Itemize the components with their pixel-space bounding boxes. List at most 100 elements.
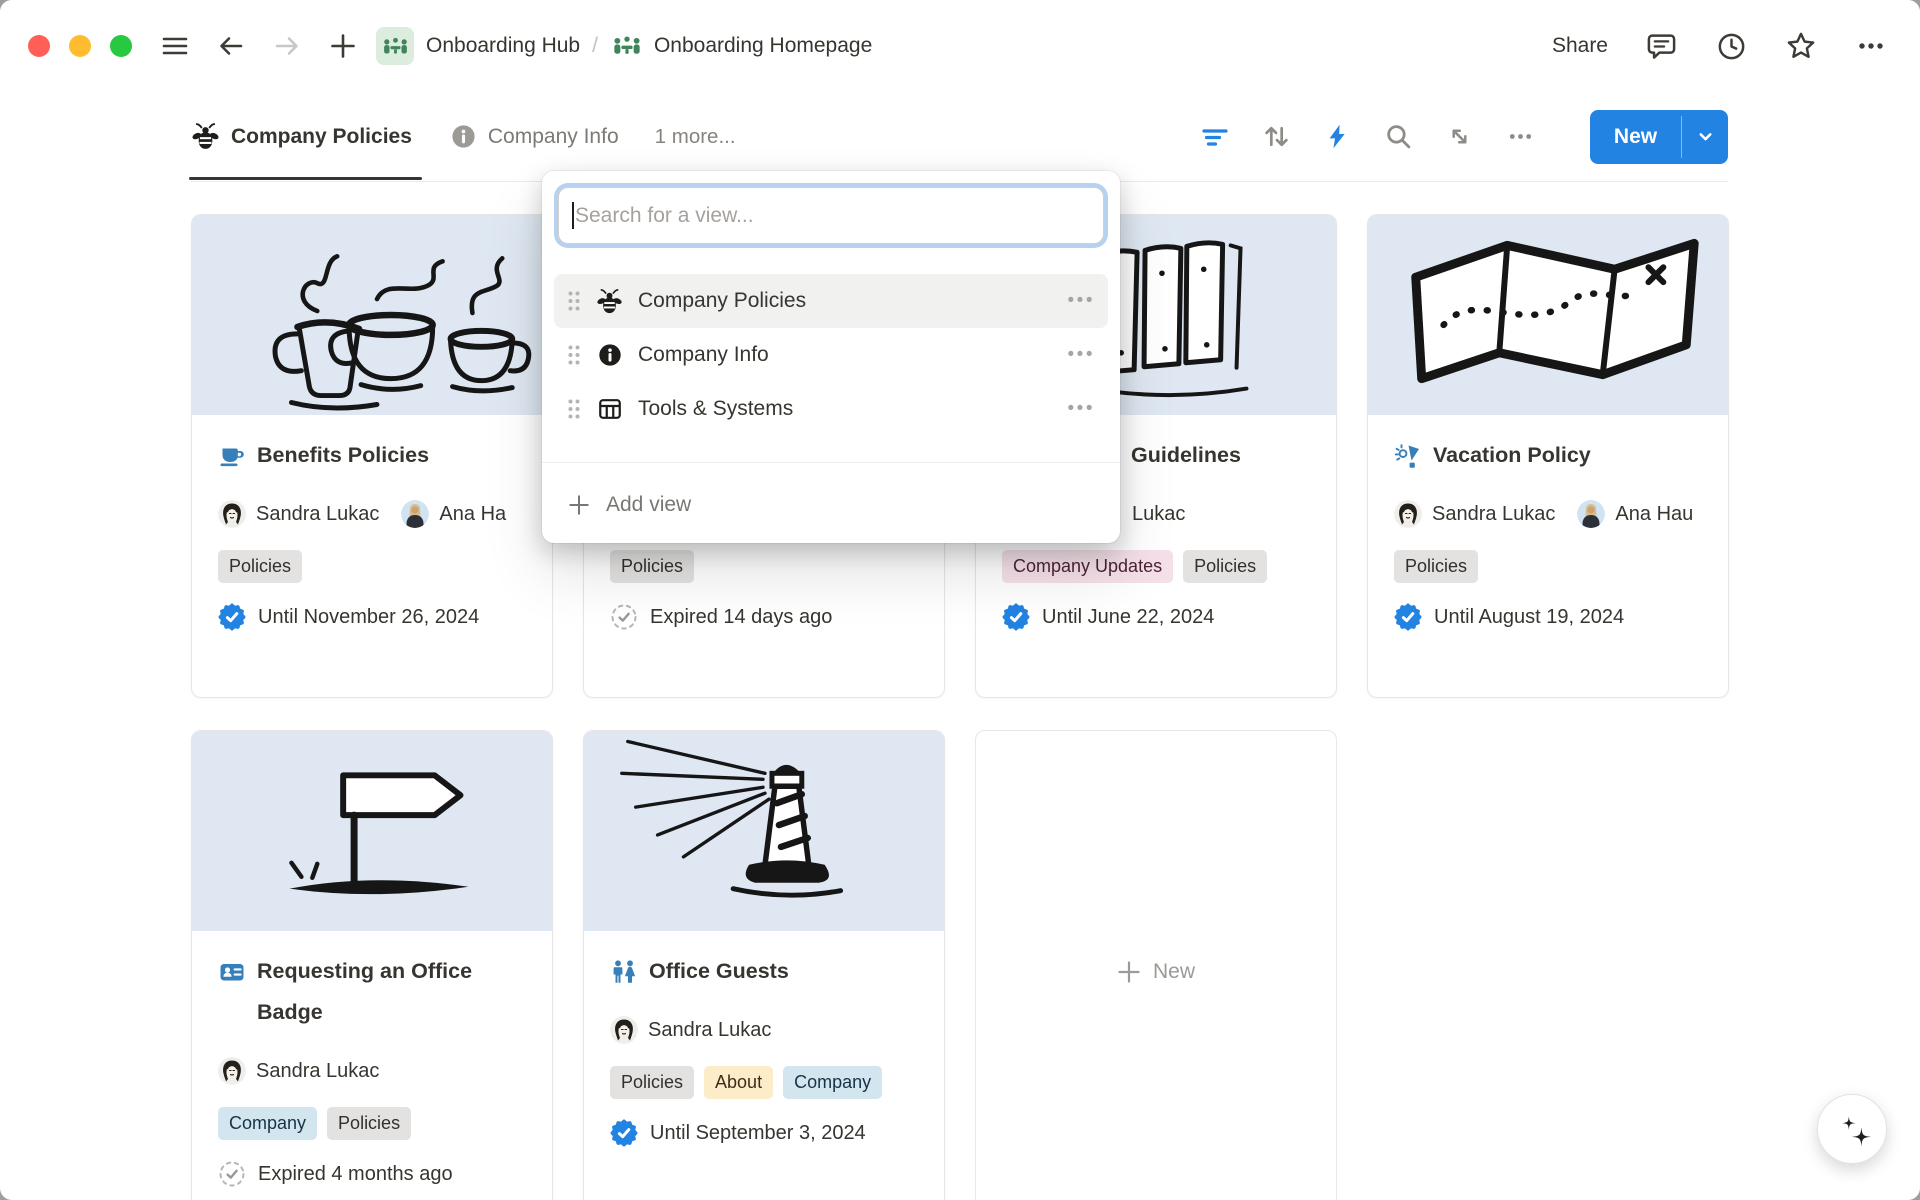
plus-icon [568, 494, 590, 516]
new-page-button[interactable] [326, 29, 360, 63]
new-card-label: New [1153, 960, 1195, 984]
card-office-guests[interactable]: Office Guests Sandra Lukac Policies Abou… [583, 730, 945, 1200]
tab-company-info[interactable]: Company Info [450, 123, 619, 150]
view-search [558, 187, 1104, 244]
ellipsis-icon [1856, 31, 1886, 61]
card-title-visible-fragment: Guidelines [1131, 435, 1241, 476]
view-item-company-policies[interactable]: Company Policies ••• [554, 274, 1108, 328]
card-tags: Policies [218, 550, 526, 583]
ai-assistant-button[interactable] [1817, 1094, 1887, 1164]
view-item-label: Tools & Systems [638, 397, 793, 421]
owner-name: Sandra Lukac [256, 1060, 379, 1083]
sidebar-menu-button[interactable] [158, 29, 192, 63]
clock-icon [1716, 31, 1747, 62]
new-card-button[interactable]: New [975, 730, 1337, 1200]
avatar-sandra [610, 1016, 638, 1044]
card-vacation-policy[interactable]: Vacation Policy Sandra Lukac Ana Hau Pol… [1367, 214, 1729, 698]
card-status: Until June 22, 2024 [1002, 603, 1310, 631]
hamburger-icon [161, 32, 189, 60]
tag: About [704, 1066, 773, 1099]
verified-badge-icon [1002, 603, 1030, 631]
verified-badge-icon [610, 1119, 638, 1147]
owner-name: Ana Hau [1615, 503, 1693, 526]
id-badge-icon [218, 951, 246, 992]
card-office-badge[interactable]: Requesting an Office Badge Sandra Lukac … [191, 730, 553, 1200]
drag-handle-icon[interactable] [567, 344, 581, 366]
minimize-window-button[interactable] [69, 35, 91, 57]
titlebar: Onboarding Hub / Onboarding Homepage Sha… [0, 0, 1920, 92]
owner-name: Ana Ha [439, 503, 506, 526]
card-status: Expired 4 months ago [218, 1160, 526, 1188]
mugs-illustration [192, 215, 552, 415]
share-button[interactable]: Share [1552, 34, 1608, 58]
breadcrumb-page-link[interactable]: Onboarding Homepage [654, 34, 872, 58]
sort-button[interactable] [1261, 122, 1291, 152]
more-options-button[interactable] [1854, 29, 1888, 63]
lighthouse-illustration [584, 731, 944, 931]
card-title: Office Guests [649, 951, 789, 992]
card-title: Vacation Policy [1433, 435, 1591, 476]
meeting-people-icon [612, 31, 642, 61]
window-controls [28, 35, 132, 57]
tag: Policies [218, 550, 302, 583]
breadcrumb-hub-link[interactable]: Onboarding Hub [426, 34, 580, 58]
new-record-dropdown-button[interactable] [1682, 110, 1728, 164]
drag-handle-icon[interactable] [567, 398, 581, 420]
zoom-window-button[interactable] [110, 35, 132, 57]
verified-badge-icon [218, 603, 246, 631]
view-item-options-button[interactable]: ••• [1068, 398, 1095, 420]
filter-button[interactable] [1200, 122, 1230, 152]
back-button[interactable] [214, 29, 248, 63]
card-tags: Policies About Company [610, 1066, 918, 1099]
view-item-options-button[interactable]: ••• [1068, 344, 1095, 366]
homepage-page-icon [610, 29, 644, 63]
view-search-input[interactable] [558, 187, 1104, 244]
forward-button[interactable] [270, 29, 304, 63]
hub-page-icon[interactable] [376, 27, 414, 65]
comments-button[interactable] [1644, 29, 1678, 63]
more-views-button[interactable]: 1 more... [655, 125, 736, 149]
owner-name-visible-fragment: Lukac [1132, 503, 1185, 526]
tab-company-policies[interactable]: Company Policies [191, 122, 412, 151]
sparkles-icon [1830, 1107, 1874, 1151]
bee-icon [191, 122, 220, 151]
tag: Policies [1394, 550, 1478, 583]
view-options-button[interactable] [1505, 122, 1535, 152]
view-list: Company Policies ••• Company Info ••• To… [554, 274, 1108, 436]
tab-label: Company Policies [231, 125, 412, 149]
tag: Policies [610, 1066, 694, 1099]
status-label: Until September 3, 2024 [650, 1122, 866, 1145]
card-status: Until November 26, 2024 [218, 603, 526, 631]
back-arrow-icon [216, 31, 246, 61]
updates-history-button[interactable] [1714, 29, 1748, 63]
expired-check-icon [610, 603, 638, 631]
signpost-illustration [192, 731, 552, 931]
drag-handle-icon[interactable] [567, 290, 581, 312]
automations-button[interactable] [1322, 122, 1352, 152]
view-item-options-button[interactable]: ••• [1068, 290, 1095, 312]
search-button[interactable] [1383, 122, 1413, 152]
plus-icon [1117, 960, 1141, 984]
tag: Policies [610, 550, 694, 583]
card-status: Expired 14 days ago [610, 603, 918, 631]
sort-arrows-icon [1262, 122, 1291, 151]
card-benefits-policies[interactable]: Benefits Policies Sandra Lukac Ana Ha Po… [191, 214, 553, 698]
favorite-button[interactable] [1784, 29, 1818, 63]
card-tags: Policies [1394, 550, 1702, 583]
status-label: Until August 19, 2024 [1434, 606, 1624, 629]
card-title: Benefits Policies [257, 435, 429, 476]
breadcrumb: Onboarding Hub / Onboarding Homepage [376, 27, 872, 65]
add-view-button[interactable]: Add view [554, 481, 1108, 529]
avatar-sandra [1394, 500, 1422, 528]
card-title: Requesting an Office Badge [257, 951, 526, 1033]
new-record-split-button: New [1590, 110, 1728, 164]
new-record-button[interactable]: New [1590, 110, 1681, 164]
view-item-company-info[interactable]: Company Info ••• [554, 328, 1108, 382]
view-item-tools-systems[interactable]: Tools & Systems ••• [554, 382, 1108, 436]
map-illustration [1368, 215, 1728, 415]
status-label: Expired 14 days ago [650, 606, 832, 629]
expand-view-button[interactable] [1444, 122, 1474, 152]
bee-icon [596, 288, 623, 315]
meeting-people-icon [382, 33, 409, 60]
close-window-button[interactable] [28, 35, 50, 57]
